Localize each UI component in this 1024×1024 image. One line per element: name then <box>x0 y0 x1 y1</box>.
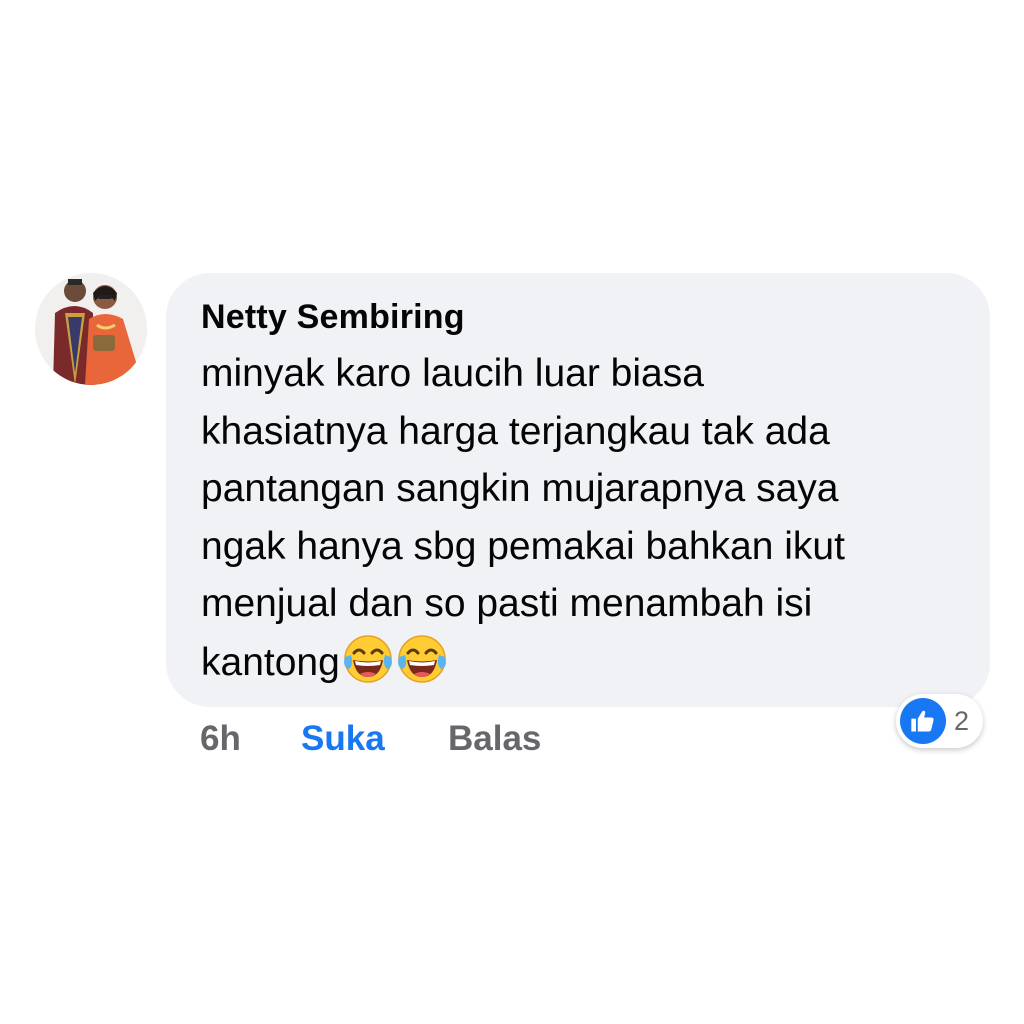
like-button[interactable]: Suka <box>301 714 385 764</box>
comment-line: khasiatnya harga terjangkau tak ada <box>201 409 830 453</box>
reply-button[interactable]: Balas <box>448 714 541 764</box>
comment-timestamp[interactable]: 6h <box>200 714 241 764</box>
comment-line-last: kantong <box>201 633 960 692</box>
comment-line-text: kantong <box>201 640 340 684</box>
laughing-tears-emoji-icon <box>397 635 446 683</box>
comment-bubble: Netty Sembiring minyak karo laucih luar … <box>166 273 990 707</box>
thumbs-up-icon <box>911 710 934 732</box>
reaction-count: 2 <box>954 705 970 736</box>
reaction-badge[interactable]: 2 <box>896 694 984 748</box>
comment-line: minyak karo laucih luar biasa <box>201 352 704 395</box>
like-icon <box>900 698 946 744</box>
laughing-tears-emoji-icon <box>343 635 392 683</box>
comment-line: ngak hanya sbg pemakai bahkan ikut <box>201 524 845 568</box>
comment-text: minyak karo laucih luar biasa khasiatnya… <box>201 345 960 692</box>
comment-page: Netty Sembiring minyak karo laucih luar … <box>0 0 1024 1024</box>
comment-author[interactable]: Netty Sembiring <box>201 295 960 339</box>
avatar[interactable] <box>35 273 147 385</box>
comment-line: menjual dan so pasti menambah isi <box>201 582 813 626</box>
comment-line: pantangan sangkin mujarapnya saya <box>201 467 839 511</box>
avatar-photo <box>35 273 147 385</box>
